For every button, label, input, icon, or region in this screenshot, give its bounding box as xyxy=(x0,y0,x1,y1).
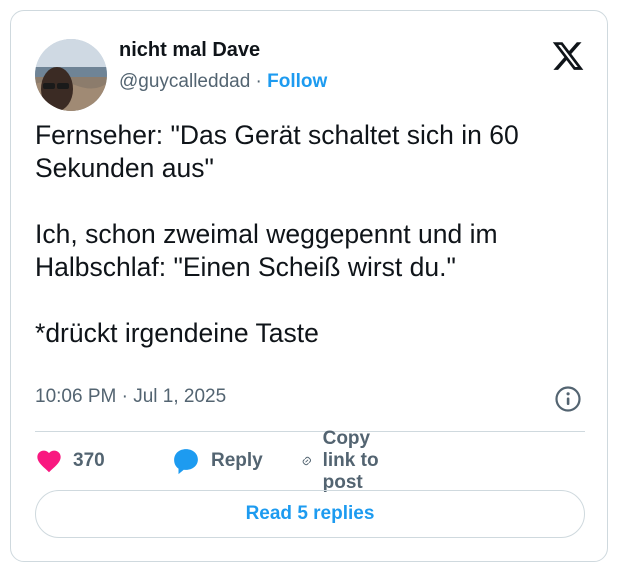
read-replies-button[interactable]: Read 5 replies xyxy=(35,490,585,538)
follow-button[interactable]: Follow xyxy=(267,71,327,92)
reply-label: Reply xyxy=(211,450,263,471)
heart-icon xyxy=(37,450,61,473)
speech-bubble-icon xyxy=(174,449,198,475)
tweet-timestamp[interactable]: 10:06 PM · Jul 1, 2025 xyxy=(35,386,226,408)
link-icon xyxy=(302,456,312,466)
author-name[interactable]: nicht mal Dave xyxy=(119,39,260,62)
handle-separator: · xyxy=(255,71,262,92)
like-button[interactable]: 370 xyxy=(35,445,105,477)
avatar[interactable] xyxy=(35,39,107,111)
reply-button[interactable]: Reply xyxy=(171,445,263,477)
author-handle-line: @guycalleddad · Follow xyxy=(119,71,327,93)
avatar-image xyxy=(35,39,107,111)
x-logo-icon[interactable] xyxy=(551,39,585,73)
copy-link-label: Copy link to post xyxy=(322,428,379,493)
divider xyxy=(35,431,585,432)
tweet-card: nicht mal Dave @guycalleddad · Follow Fe… xyxy=(10,10,608,562)
copy-link-button[interactable]: Copy link to post xyxy=(301,428,387,493)
info-icon[interactable] xyxy=(553,384,583,414)
tweet-text: Fernseher: "Das Gerät schaltet sich in 6… xyxy=(35,120,519,348)
author-handle[interactable]: @guycalleddad xyxy=(119,71,250,92)
like-count: 370 xyxy=(73,450,105,471)
